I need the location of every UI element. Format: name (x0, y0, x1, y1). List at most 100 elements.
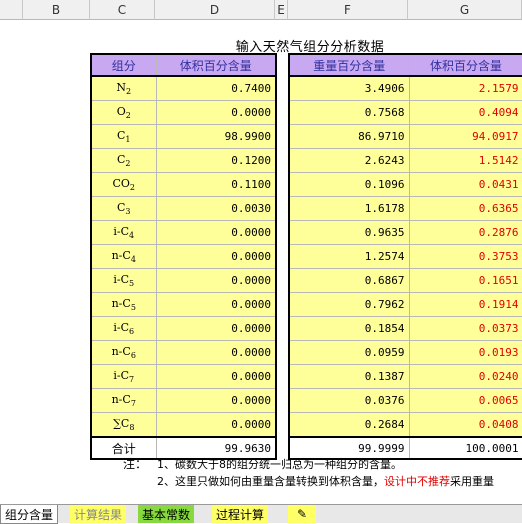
weight-percent-cell[interactable]: 0.1387 (288, 364, 410, 389)
component-subscript: 6 (130, 351, 136, 361)
component-name[interactable]: i-C7 (90, 364, 157, 389)
weight-percent-cell[interactable]: 1.6178 (288, 196, 410, 221)
volume-percent-cell[interactable]: 0.0193 (408, 340, 522, 365)
volume-input-cell[interactable]: 0.1200 (155, 148, 277, 173)
component-subscript: 4 (130, 255, 136, 265)
volume-input-cell[interactable]: 0.0000 (155, 292, 277, 317)
component-base: C (122, 392, 131, 406)
volume-percent-cell[interactable]: 0.4094 (408, 100, 522, 125)
component-name[interactable]: n-C4 (90, 244, 157, 269)
volume-percent-cell[interactable]: 0.1651 (408, 268, 522, 293)
component-subscript: 3 (125, 207, 131, 217)
input-row: C3 0.0030 (90, 196, 277, 221)
volume-percent-cell[interactable]: 0.3753 (408, 244, 522, 269)
volume-percent-cell[interactable]: 0.0240 (408, 364, 522, 389)
volume-input-cell[interactable]: 0.0000 (155, 220, 277, 245)
volume-percent-cell[interactable]: 0.6365 (408, 196, 522, 221)
component-name[interactable]: C3 (90, 196, 157, 221)
component-base: C (120, 272, 130, 286)
result-row: 0.9635 0.2876 (288, 220, 522, 245)
weight-percent-cell[interactable]: 0.0959 (288, 340, 410, 365)
weight-percent-cell[interactable]: 0.2684 (288, 412, 410, 438)
column-header-c[interactable]: C (90, 0, 155, 20)
volume-input-cell[interactable]: 0.0000 (155, 268, 277, 293)
result-row: 2.6243 1.5142 (288, 148, 522, 173)
volume-input-cell[interactable]: 0.0000 (155, 316, 277, 341)
volume-input-cell[interactable]: 98.9900 (155, 124, 277, 149)
input-row: C2 0.1200 (90, 148, 277, 173)
volume-percent-cell[interactable]: 0.2876 (408, 220, 522, 245)
component-name[interactable]: n-C5 (90, 292, 157, 317)
volume-input-cell[interactable]: 0.0000 (155, 364, 277, 389)
component-base: C (122, 248, 131, 262)
sheet-tab-process[interactable]: 过程计算 (212, 505, 269, 523)
weight-percent-cell[interactable]: 0.0376 (288, 388, 410, 413)
weight-percent-cell[interactable]: 1.2574 (288, 244, 410, 269)
volume-input-cell[interactable]: 0.0000 (155, 388, 277, 413)
column-header-f[interactable]: F (288, 0, 408, 20)
note-line-1: 1、碳数大于8的组分统一归总为一种组分的含量。 (157, 458, 402, 471)
header-volume-result: 体积百分含量 (408, 53, 522, 77)
input-table: 组分 体积百分含量 N2 0.7400 O2 0.0000 C1 98.9900 C2 0.1… (90, 53, 277, 460)
volume-input-cell[interactable]: 0.0000 (155, 412, 277, 438)
column-header-g[interactable]: G (408, 0, 522, 20)
volume-input-cell[interactable]: 0.0000 (155, 244, 277, 269)
input-row: i-C5 0.0000 (90, 268, 277, 293)
insert-sheet-icon[interactable]: ✎ (288, 505, 316, 523)
component-name[interactable]: N2 (90, 75, 157, 101)
volume-input-cell[interactable]: 0.1100 (155, 172, 277, 197)
component-subscript: 4 (129, 231, 135, 241)
component-name[interactable]: ∑C8 (90, 412, 157, 438)
weight-percent-cell[interactable]: 0.1854 (288, 316, 410, 341)
volume-percent-cell[interactable]: 0.0065 (408, 388, 522, 413)
note-line-2-part-c: 采用重量 (450, 475, 494, 488)
volume-percent-cell[interactable]: 1.5142 (408, 148, 522, 173)
component-name[interactable]: CO2 (90, 172, 157, 197)
input-row: C1 98.9900 (90, 124, 277, 149)
weight-percent-cell[interactable]: 0.1096 (288, 172, 410, 197)
column-header-e[interactable]: E (275, 0, 288, 20)
sheet-tab-composition[interactable]: 组分含量 (0, 505, 59, 524)
volume-percent-cell[interactable]: 2.1579 (408, 75, 522, 101)
weight-percent-cell[interactable]: 0.6867 (288, 268, 410, 293)
volume-percent-cell[interactable]: 0.0373 (408, 316, 522, 341)
sheet-tab-results[interactable]: 计算结果 (70, 505, 127, 523)
weight-percent-cell[interactable]: 0.7568 (288, 100, 410, 125)
result-row: 0.0376 0.0065 (288, 388, 522, 413)
volume-input-cell[interactable]: 0.0030 (155, 196, 277, 221)
result-row: 86.9710 94.0917 (288, 124, 522, 149)
total-volume-result[interactable]: 100.0001 (408, 436, 522, 460)
result-row: 3.4906 2.1579 (288, 75, 522, 101)
weight-percent-cell[interactable]: 0.9635 (288, 220, 410, 245)
component-subscript: 2 (125, 159, 131, 169)
component-name[interactable]: C2 (90, 148, 157, 173)
component-prefix: i- (113, 320, 121, 334)
component-name[interactable]: i-C5 (90, 268, 157, 293)
component-prefix: ∑ (113, 416, 121, 430)
component-name[interactable]: O2 (90, 100, 157, 125)
result-row: 0.1854 0.0373 (288, 316, 522, 341)
component-base: C (120, 368, 130, 382)
weight-percent-cell[interactable]: 3.4906 (288, 75, 410, 101)
volume-input-cell[interactable]: 0.7400 (155, 75, 277, 101)
result-row: 1.2574 0.3753 (288, 244, 522, 269)
column-header-b[interactable]: B (23, 0, 90, 20)
weight-percent-cell[interactable]: 86.9710 (288, 124, 410, 149)
component-name[interactable]: i-C4 (90, 220, 157, 245)
volume-percent-cell[interactable]: 0.0408 (408, 412, 522, 438)
column-header-d[interactable]: D (155, 0, 275, 20)
corner-cell[interactable] (0, 0, 23, 20)
volume-input-cell[interactable]: 0.0000 (155, 340, 277, 365)
volume-percent-cell[interactable]: 0.0431 (408, 172, 522, 197)
weight-percent-cell[interactable]: 2.6243 (288, 148, 410, 173)
component-name[interactable]: n-C7 (90, 388, 157, 413)
volume-percent-cell[interactable]: 94.0917 (408, 124, 522, 149)
component-name[interactable]: i-C6 (90, 316, 157, 341)
component-name[interactable]: C1 (90, 124, 157, 149)
sheet-tab-constants[interactable]: 基本常数 (138, 505, 195, 523)
component-name[interactable]: n-C6 (90, 340, 157, 365)
volume-percent-cell[interactable]: 0.1914 (408, 292, 522, 317)
volume-input-cell[interactable]: 0.0000 (155, 100, 277, 125)
weight-percent-cell[interactable]: 0.7962 (288, 292, 410, 317)
input-row: ∑C8 0.0000 (90, 412, 277, 438)
